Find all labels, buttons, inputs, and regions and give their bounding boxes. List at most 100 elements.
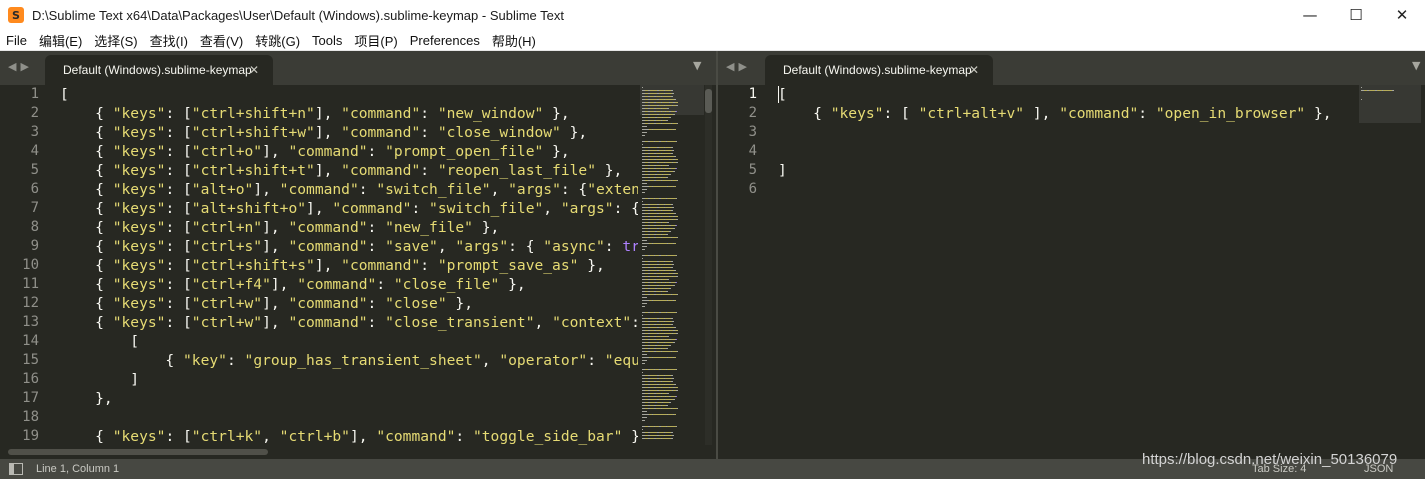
minimap-mark <box>665 207 672 208</box>
minimap-mark <box>662 216 669 217</box>
minimap[interactable] <box>640 85 704 445</box>
minimap-mark <box>676 333 678 334</box>
left-editor-pane[interactable]: 1 2 3 4 5 6 7 8 9 10 11 12 13 14 15 16 17 18 19 [ { "keys"… <box>0 85 716 459</box>
minimap-mark <box>650 327 657 328</box>
minimap-mark <box>662 153 671 154</box>
line-number: 6 <box>748 181 757 197</box>
minimap-mark <box>665 378 672 379</box>
code-token: "command" <box>376 428 456 445</box>
code-token: ], <box>1024 105 1060 122</box>
minimap-mark <box>650 378 657 379</box>
minimap-mark <box>662 102 669 103</box>
minimap-mark <box>642 303 647 304</box>
horizontal-scrollbar[interactable] <box>8 449 268 455</box>
code-token: : [ <box>165 124 192 141</box>
minimap-mark <box>642 243 649 244</box>
code-token: "exten <box>587 181 638 198</box>
tab-dropdown-icon[interactable]: ▼ <box>693 59 701 72</box>
minimap-mark <box>662 381 671 382</box>
minimap-mark <box>662 180 671 181</box>
minimap-mark <box>642 300 649 301</box>
minimap-mark <box>666 405 668 406</box>
minimap-mark <box>667 393 669 394</box>
code-area[interactable]: [ { "keys": ["ctrl+shift+n"], "command":… <box>60 85 638 446</box>
code-line: { "keys": ["alt+shift+o"], "command": "s… <box>60 199 638 218</box>
minimap-mark <box>653 414 667 415</box>
minimap-mark <box>665 333 672 334</box>
title-bar: S D:\Sublime Text x64\Data\Packages\User… <box>0 0 1425 30</box>
line-number: 7 <box>30 200 39 216</box>
menu-find[interactable]: 查找(I) <box>144 31 194 50</box>
code-token: "keys" <box>112 238 166 255</box>
code-token: "new_file" <box>385 219 473 236</box>
minimap-mark <box>667 198 676 199</box>
tab-nav-arrows-icon[interactable]: ◀▶ <box>726 60 751 73</box>
minimap-mark <box>669 288 671 289</box>
minimap-mark <box>671 90 673 91</box>
cursor-position: Line 1, Column 1 <box>36 463 120 475</box>
code-token: "command" <box>288 238 368 255</box>
tab-label: Default (Windows).sublime-keymap <box>63 63 252 77</box>
menu-help[interactable]: 帮助(H) <box>486 31 542 50</box>
menu-tools[interactable]: Tools <box>306 33 348 48</box>
code-area[interactable]: [ { "keys": [ "ctrl+alt+v" ], "command":… <box>778 85 1348 199</box>
code-token: "ctrl+w" <box>191 314 263 331</box>
scrollbar-thumb[interactable] <box>705 89 712 113</box>
code-token: "keys" <box>112 124 166 141</box>
code-token: { <box>60 257 113 274</box>
minimap-mark <box>662 294 671 295</box>
minimap-mark <box>669 402 671 403</box>
code-line: { "keys": ["ctrl+f4"], "command": "close… <box>60 275 638 294</box>
minimap-mark <box>665 270 674 271</box>
code-token: "alt+shift+o" <box>191 200 307 217</box>
code-token: , <box>534 314 553 331</box>
minimap-mark <box>662 438 671 439</box>
menu-edit[interactable]: 编辑(E) <box>33 31 88 50</box>
menu-view[interactable]: 查看(V) <box>194 31 249 50</box>
code-token: "command" <box>288 295 368 312</box>
panel-toggle-icon[interactable] <box>9 463 23 475</box>
minimap[interactable] <box>1359 85 1421 125</box>
minimap-mark <box>662 324 671 325</box>
menu-preferences[interactable]: Preferences <box>404 33 486 48</box>
code-line: { "keys": [ "ctrl+alt+v" ], "command": "… <box>778 104 1348 123</box>
tab-close-icon[interactable]: ✕ <box>969 63 979 77</box>
code-token: [ <box>60 86 69 103</box>
menu-project[interactable]: 项目(P) <box>348 31 403 50</box>
window-title: D:\Sublime Text x64\Data\Packages\User\D… <box>32 7 565 23</box>
menu-selection[interactable]: 选择(S) <box>88 31 143 50</box>
code-token: : [ <box>165 200 192 217</box>
line-number: 5 <box>748 162 757 178</box>
tab-close-icon[interactable]: ✕ <box>249 63 259 77</box>
minimap-mark <box>642 186 649 187</box>
tab-nav-arrows-icon[interactable]: ◀▶ <box>8 60 33 73</box>
tab-left-keymap[interactable]: Default (Windows).sublime-keymap ✕ <box>45 55 273 85</box>
code-token: "command" <box>288 314 368 331</box>
line-number: 3 <box>748 124 757 140</box>
line-number: 9 <box>30 238 39 254</box>
right-editor-pane[interactable]: 1 2 3 4 5 6 [ { "keys": [ "ctrl+alt+v" ], "co… <box>718 85 1425 459</box>
line-number: 6 <box>30 181 39 197</box>
minimap-mark <box>642 429 643 430</box>
vertical-scrollbar[interactable] <box>705 85 712 445</box>
code-token: "close_window" <box>437 124 561 141</box>
minimap-mark <box>642 372 643 373</box>
tab-dropdown-icon[interactable]: ▼ <box>1412 59 1420 72</box>
minimap-mark <box>667 426 676 427</box>
minimize-button[interactable]: — <box>1287 0 1333 30</box>
code-token: ], <box>314 257 342 274</box>
close-window-button[interactable]: ✕ <box>1379 0 1425 30</box>
menu-goto[interactable]: 转跳(G) <box>249 31 306 50</box>
minimap-mark <box>665 156 674 157</box>
menu-file[interactable]: File <box>0 33 33 48</box>
minimap-mark <box>669 174 671 175</box>
minimap-mark <box>1383 90 1392 91</box>
code-token: }, <box>543 105 570 122</box>
minimap-mark <box>662 387 669 388</box>
maximize-button[interactable]: ☐ <box>1333 0 1379 30</box>
code-token: : <box>420 105 438 122</box>
minimap-mark <box>642 183 647 184</box>
minimap-mark <box>672 435 674 436</box>
tab-right-keymap[interactable]: Default (Windows).sublime-keymap ✕ <box>765 55 993 85</box>
